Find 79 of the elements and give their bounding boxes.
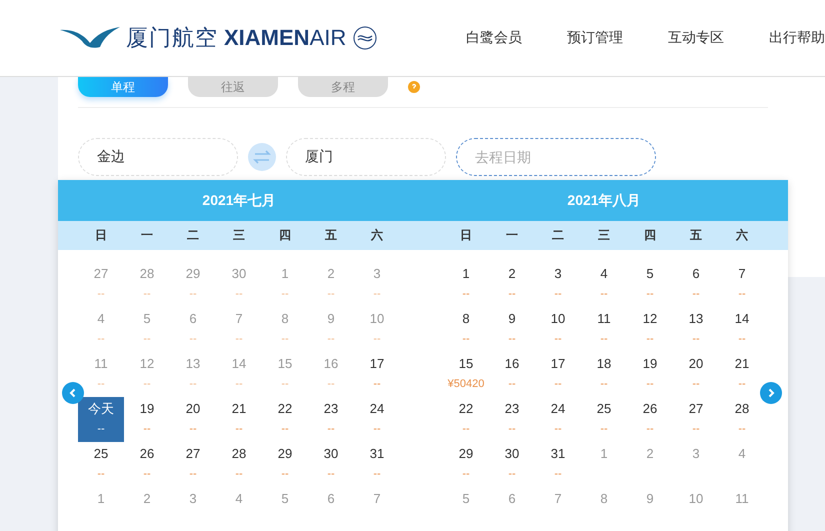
weekday-label: 六 bbox=[370, 227, 384, 244]
weekday-label: 二 bbox=[551, 227, 565, 244]
date-cell[interactable]: 27 -- bbox=[170, 442, 216, 487]
weekday-label: 三 bbox=[597, 227, 611, 244]
previous-month-button[interactable] bbox=[62, 382, 84, 404]
weekday-label: 五 bbox=[689, 227, 703, 244]
date-cell[interactable]: 24 -- bbox=[354, 397, 400, 442]
date-cell[interactable]: 5 -- bbox=[627, 262, 673, 307]
month-title: 2021年七月 bbox=[201, 191, 277, 210]
weekday-label: 五 bbox=[324, 227, 338, 244]
date-cell[interactable]: 8 -- bbox=[443, 307, 489, 352]
logo-english-text: XIAMENAIR bbox=[224, 25, 346, 51]
weekday-label: 一 bbox=[505, 227, 519, 244]
date-cell[interactable]: 31 -- bbox=[354, 442, 400, 487]
nav-link[interactable]: 预订管理 bbox=[567, 29, 623, 47]
date-cell[interactable]: 21 -- bbox=[719, 352, 765, 397]
date-cell[interactable]: 25 -- bbox=[78, 442, 124, 487]
nav-link[interactable]: 白鹭会员 bbox=[466, 29, 522, 47]
date-cell[interactable]: 17 -- bbox=[354, 352, 400, 397]
date-cell[interactable]: 19 -- bbox=[627, 352, 673, 397]
date-cell[interactable]: 22 -- bbox=[443, 397, 489, 442]
weekday-label: 日 bbox=[94, 227, 108, 244]
date-cell[interactable]: 1 -- bbox=[443, 262, 489, 307]
date-cell[interactable]: 20 -- bbox=[673, 352, 719, 397]
date-cell[interactable]: 16 -- bbox=[489, 352, 535, 397]
date-cell[interactable]: 22 -- bbox=[262, 397, 308, 442]
date-cell[interactable]: 3 -- bbox=[535, 262, 581, 307]
help-icon[interactable] bbox=[408, 81, 420, 93]
weekday-label: 四 bbox=[278, 227, 292, 244]
chevron-right-icon bbox=[766, 388, 776, 398]
date-cell[interactable]: 23 -- bbox=[308, 397, 354, 442]
bird-logo-icon bbox=[60, 27, 120, 49]
date-cell[interactable]: 26 -- bbox=[627, 397, 673, 442]
date-cell[interactable]: 27 -- bbox=[673, 397, 719, 442]
date-cell[interactable]: 30 -- bbox=[308, 442, 354, 487]
date-cell[interactable]: 29 -- bbox=[443, 442, 489, 487]
date-cell[interactable]: 7 -- bbox=[719, 262, 765, 307]
date-cell[interactable]: 9 -- bbox=[489, 307, 535, 352]
date-cell[interactable]: 13 -- bbox=[673, 307, 719, 352]
weekday-label: 日 bbox=[459, 227, 473, 244]
date-cell[interactable]: 21 -- bbox=[216, 397, 262, 442]
month-title: 2021年八月 bbox=[566, 191, 642, 210]
nav-link[interactable]: 出行帮助 bbox=[769, 29, 825, 47]
date-cell[interactable]: 26 -- bbox=[124, 442, 170, 487]
date-cell[interactable]: 4 -- bbox=[581, 262, 627, 307]
date-cell[interactable]: 28 -- bbox=[719, 397, 765, 442]
departure-date-field[interactable]: 去程日期 bbox=[456, 138, 656, 176]
date-cell[interactable]: 18 -- bbox=[581, 352, 627, 397]
date-cell[interactable]: 29 -- bbox=[262, 442, 308, 487]
date-cell[interactable]: 12 -- bbox=[627, 307, 673, 352]
alliance-emblem-icon bbox=[352, 25, 378, 51]
date-cell[interactable]: 17 -- bbox=[535, 352, 581, 397]
origin-field[interactable]: 金边 bbox=[78, 138, 238, 176]
date-cell[interactable]: 15 ¥50420 bbox=[443, 352, 489, 397]
destination-field[interactable]: 厦门 bbox=[286, 138, 446, 176]
weekday-label: 三 bbox=[232, 227, 246, 244]
date-cell[interactable]: 24 -- bbox=[535, 397, 581, 442]
weekday-label: 四 bbox=[643, 227, 657, 244]
weekday-label: 六 bbox=[734, 227, 749, 244]
nav-link[interactable]: 互动专区 bbox=[668, 29, 724, 47]
date-cell[interactable]: 2 -- bbox=[489, 262, 535, 307]
date-cell[interactable]: 30 -- bbox=[489, 442, 535, 487]
date-cell[interactable]: 20 -- bbox=[170, 397, 216, 442]
weekday-label: 二 bbox=[186, 227, 200, 244]
swap-icon[interactable] bbox=[248, 143, 276, 171]
date-cell[interactable]: 23 -- bbox=[489, 397, 535, 442]
today-date-cell[interactable]: 今天 -- bbox=[78, 397, 124, 442]
date-cell[interactable]: 10 -- bbox=[535, 307, 581, 352]
date-cell[interactable]: 31 -- bbox=[535, 442, 581, 487]
date-cell[interactable]: 11 -- bbox=[581, 307, 627, 352]
logo-chinese-text: 厦门航空 bbox=[126, 24, 218, 52]
date-cell[interactable]: 6 -- bbox=[673, 262, 719, 307]
date-cell[interactable]: 14 -- bbox=[719, 307, 765, 352]
date-cell[interactable]: 28 -- bbox=[216, 442, 262, 487]
date-cell[interactable]: 19 -- bbox=[124, 397, 170, 442]
next-month-button[interactable] bbox=[760, 382, 782, 404]
chevron-left-icon bbox=[68, 388, 78, 398]
date-cell[interactable]: 25 -- bbox=[581, 397, 627, 442]
weekday-label: 一 bbox=[140, 227, 154, 244]
